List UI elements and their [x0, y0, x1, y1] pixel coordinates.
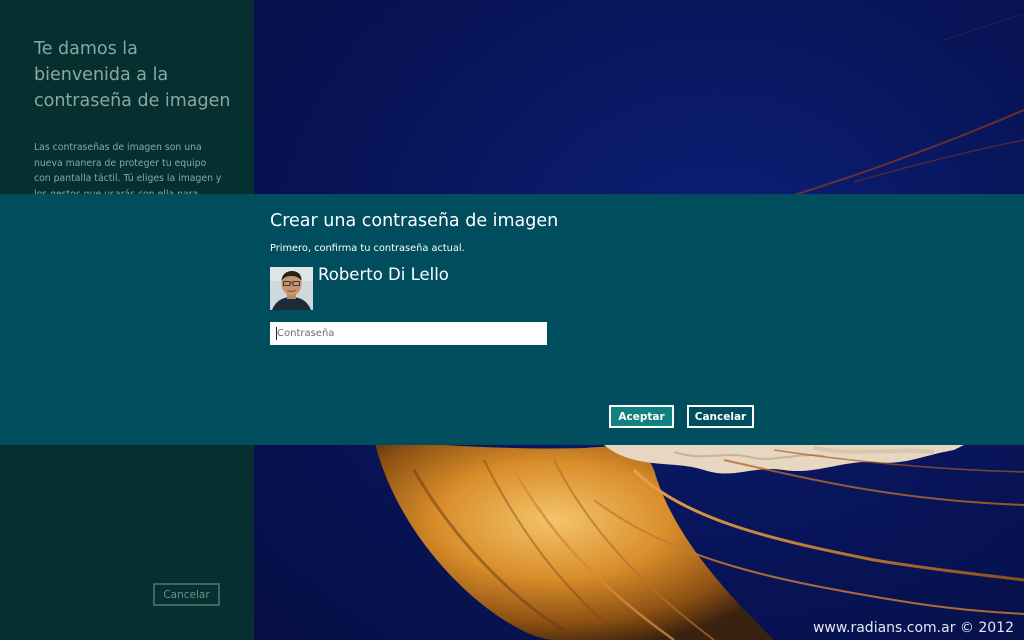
- user-avatar: [270, 267, 313, 310]
- watermark-text: www.radians.com.ar © 2012: [812, 620, 1014, 636]
- dialog-title: Crear una contraseña de imagen: [270, 211, 559, 231]
- text-caret: [276, 327, 277, 340]
- dialog-subtitle: Primero, confirma tu contraseña actual.: [270, 243, 465, 254]
- user-name: Roberto Di Lello: [318, 265, 449, 284]
- picture-password-screen: www.radians.com.ar © 2012 Te damos la bi…: [0, 0, 1024, 640]
- welcome-cancel-button[interactable]: Cancelar: [153, 583, 220, 606]
- avatar-photo-icon: [270, 267, 313, 310]
- cancel-button[interactable]: Cancelar: [687, 405, 754, 428]
- accept-button[interactable]: Aceptar: [609, 405, 674, 428]
- welcome-title: Te damos la bienvenida a la contraseña d…: [34, 39, 231, 111]
- password-input[interactable]: [270, 322, 547, 345]
